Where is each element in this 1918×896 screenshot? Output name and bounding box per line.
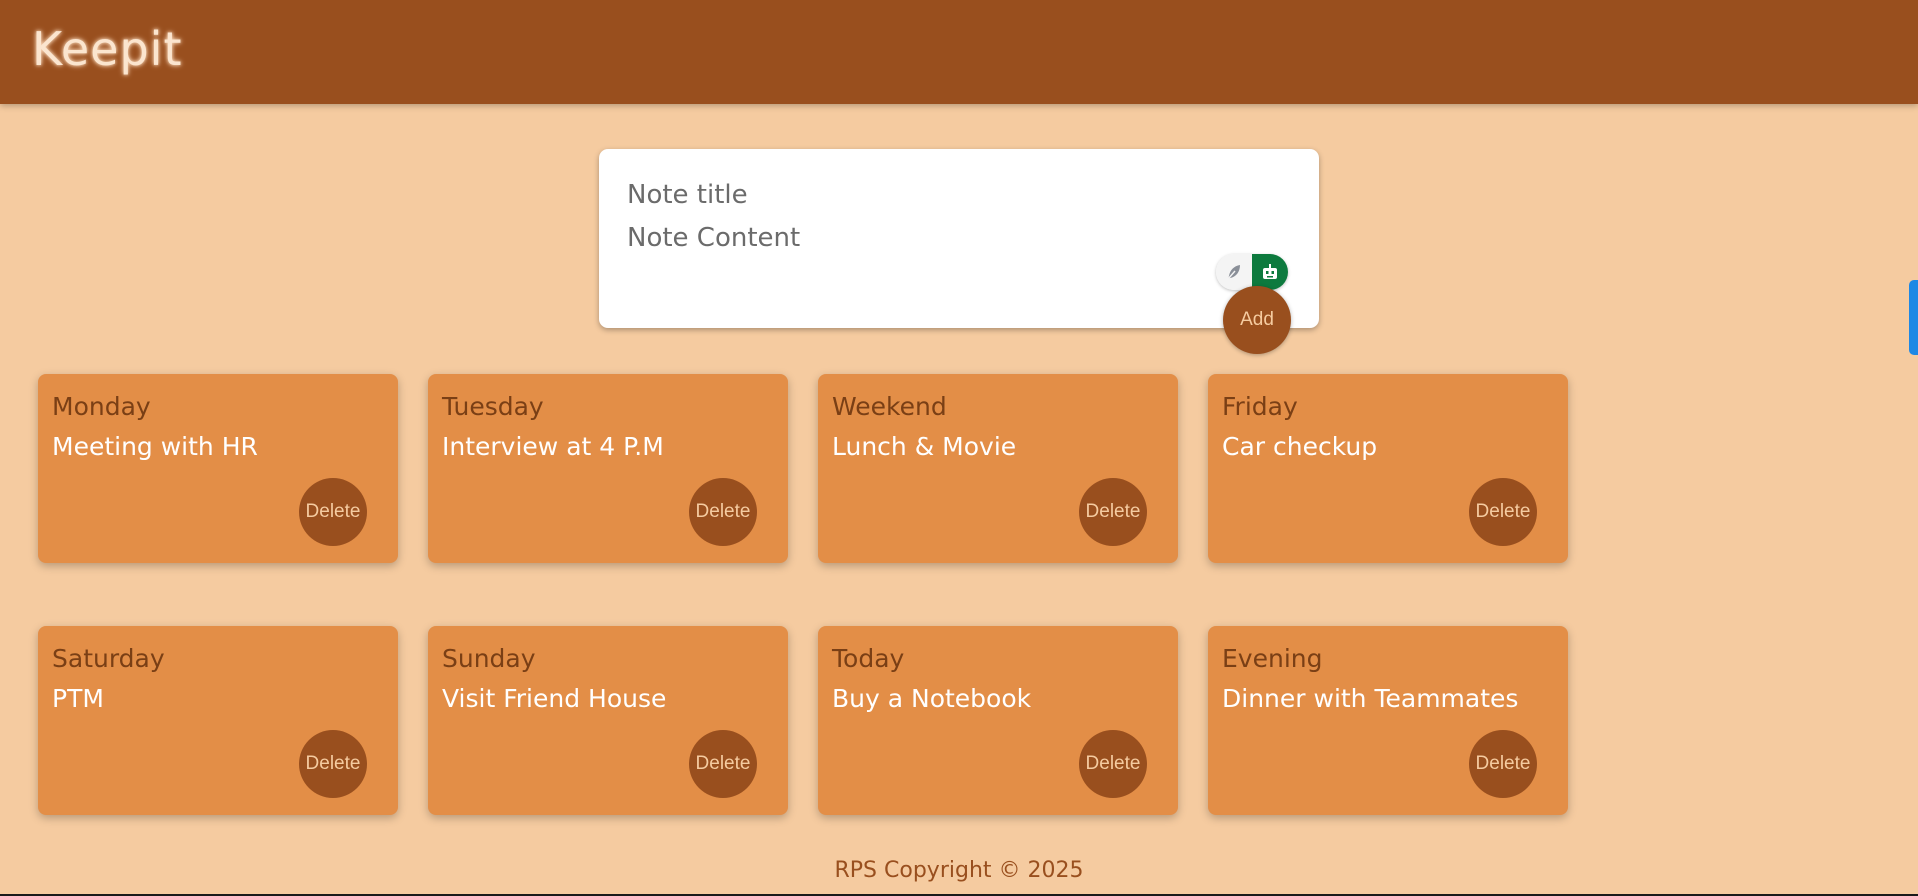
app-header: Keepit (0, 0, 1918, 104)
footer-copyright: RPS Copyright © 2025 (834, 858, 1084, 883)
note-content: Car checkup (1222, 432, 1378, 461)
delete-note-button[interactable]: Delete (299, 730, 367, 798)
delete-note-button[interactable]: Delete (689, 478, 757, 546)
side-panel-tab[interactable] (1909, 280, 1918, 355)
note-card: Saturday PTM Delete (38, 626, 398, 815)
extension-widget[interactable] (1216, 254, 1288, 290)
note-card: Today Buy a Notebook Delete (818, 626, 1178, 815)
note-content: Visit Friend House (442, 684, 667, 713)
note-title: Friday (1222, 392, 1298, 421)
note-compose-form (599, 149, 1319, 328)
note-title-input[interactable] (627, 175, 1267, 215)
note-title: Evening (1222, 644, 1323, 673)
note-content: Interview at 4 P.M (442, 432, 664, 461)
note-title: Monday (52, 392, 151, 421)
note-content: Meeting with HR (52, 432, 258, 461)
note-content: Buy a Notebook (832, 684, 1032, 713)
note-title: Saturday (52, 644, 165, 673)
app-title: Keepit (32, 22, 183, 76)
note-title: Today (832, 644, 905, 673)
delete-note-button[interactable]: Delete (689, 730, 757, 798)
note-card: Evening Dinner with Teammates Delete (1208, 626, 1568, 815)
note-title: Sunday (442, 644, 536, 673)
note-card: Monday Meeting with HR Delete (38, 374, 398, 563)
note-card: Weekend Lunch & Movie Delete (818, 374, 1178, 563)
note-card: Tuesday Interview at 4 P.M Delete (428, 374, 788, 563)
robot-icon[interactable] (1252, 254, 1288, 290)
note-content-input[interactable] (627, 223, 1267, 271)
delete-note-button[interactable]: Delete (299, 478, 367, 546)
note-card: Sunday Visit Friend House Delete (428, 626, 788, 815)
note-content: Dinner with Teammates (1222, 684, 1519, 713)
delete-note-button[interactable]: Delete (1079, 478, 1147, 546)
delete-note-button[interactable]: Delete (1079, 730, 1147, 798)
delete-note-button[interactable]: Delete (1469, 478, 1537, 546)
delete-note-button[interactable]: Delete (1469, 730, 1537, 798)
note-content: PTM (52, 684, 104, 713)
note-title: Weekend (832, 392, 947, 421)
note-content: Lunch & Movie (832, 432, 1017, 461)
note-card: Friday Car checkup Delete (1208, 374, 1568, 563)
note-title: Tuesday (442, 392, 544, 421)
feather-icon[interactable] (1216, 254, 1252, 290)
add-note-button[interactable]: Add (1223, 286, 1291, 354)
